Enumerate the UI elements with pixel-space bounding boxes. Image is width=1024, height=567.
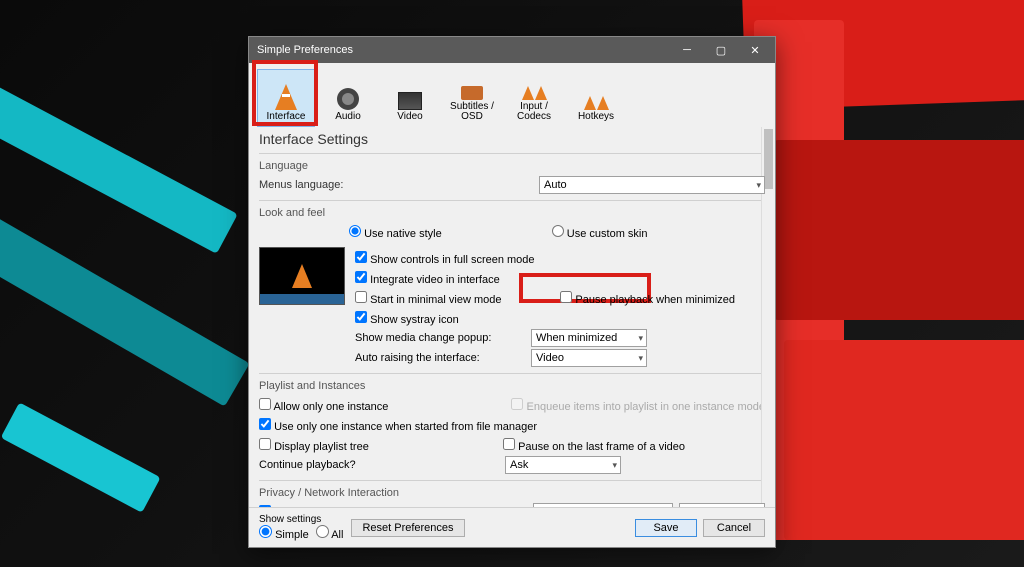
cancel-button[interactable]: Cancel: [703, 519, 765, 537]
titlebar[interactable]: Simple Preferences ─ ▢ ✕: [249, 37, 775, 63]
menus-language-label: Menus language:: [259, 179, 389, 191]
maximize-button[interactable]: ▢: [705, 39, 737, 61]
cb-pause-last-frame[interactable]: Pause on the last frame of a video: [503, 438, 685, 453]
save-button[interactable]: Save: [635, 519, 697, 537]
scrollbar-thumb[interactable]: [764, 129, 773, 189]
tab-subtitles[interactable]: Subtitles / OSD: [443, 69, 501, 127]
menus-language-combo[interactable]: Auto: [539, 176, 765, 194]
cb-one-instance-filemgr[interactable]: Use only one instance when started from …: [259, 418, 537, 433]
monitor-icon: [398, 92, 422, 110]
footer: Show settings Simple All Reset Preferenc…: [249, 507, 775, 547]
cb-minimal-view[interactable]: Start in minimal view mode: [355, 291, 502, 306]
radio-all[interactable]: All: [316, 529, 344, 541]
media-popup-combo[interactable]: When minimized: [531, 329, 647, 347]
auto-raise-label: Auto raising the interface:: [355, 352, 525, 364]
group-privacy: Privacy / Network Interaction Activate u…: [259, 480, 765, 507]
media-popup-label: Show media change popup:: [355, 332, 525, 344]
page-heading: Interface Settings: [259, 131, 765, 147]
cb-playlist-tree[interactable]: Display playlist tree: [259, 438, 369, 453]
preferences-window: Simple Preferences ─ ▢ ✕ Interface Audio…: [248, 36, 776, 548]
clapperboard-icon: [461, 86, 483, 100]
continue-playback-combo[interactable]: Ask: [505, 456, 621, 474]
updates-interval-combo[interactable]: Every 3 days: [679, 503, 765, 507]
hotkeys-icon: [584, 96, 609, 110]
reset-preferences-button[interactable]: Reset Preferences: [351, 519, 464, 537]
radio-simple[interactable]: Simple: [259, 529, 309, 541]
close-button[interactable]: ✕: [739, 39, 771, 61]
tab-input-codecs[interactable]: Input / Codecs: [505, 69, 563, 127]
tab-hotkeys[interactable]: Hotkeys: [567, 69, 625, 127]
cb-one-instance[interactable]: Allow only one instance: [259, 398, 388, 413]
cb-integrate-video[interactable]: Integrate video in interface: [355, 271, 500, 286]
continue-playback-label: Continue playback?: [259, 459, 499, 471]
tab-interface[interactable]: Interface: [257, 69, 315, 127]
updates-interval-blank[interactable]: [533, 503, 673, 507]
category-tabs: Interface Audio Video Subtitles / OSD In…: [249, 63, 775, 127]
radio-custom-skin[interactable]: Use custom skin: [552, 225, 648, 240]
auto-raise-combo[interactable]: Video: [531, 349, 647, 367]
cone-icon: [275, 84, 297, 110]
skin-preview: [259, 247, 345, 305]
show-settings-label: Show settings: [259, 514, 343, 525]
headphones-icon: [337, 88, 359, 110]
group-language: Language Menus language: Auto: [259, 153, 765, 200]
radio-native-style[interactable]: Use native style: [349, 225, 442, 240]
group-playlist: Playlist and Instances Allow only one in…: [259, 373, 765, 480]
window-title: Simple Preferences: [257, 44, 353, 56]
cb-enqueue-one-instance: Enqueue items into playlist in one insta…: [511, 398, 765, 413]
cb-updates-notifier[interactable]: Activate updates notifier: [259, 505, 391, 508]
codecs-icon: [522, 86, 547, 100]
group-look-and-feel: Look and feel Use native style Use custo…: [259, 200, 765, 373]
cb-fullscreen-controls[interactable]: Show controls in full screen mode: [355, 251, 535, 266]
tab-video[interactable]: Video: [381, 69, 439, 127]
cb-pause-when-minimized[interactable]: Pause playback when minimized: [560, 291, 735, 306]
settings-content: Interface Settings Language Menus langua…: [249, 127, 775, 507]
cb-systray-icon[interactable]: Show systray icon: [355, 311, 459, 326]
tab-audio[interactable]: Audio: [319, 69, 377, 127]
minimize-button[interactable]: ─: [671, 39, 703, 61]
